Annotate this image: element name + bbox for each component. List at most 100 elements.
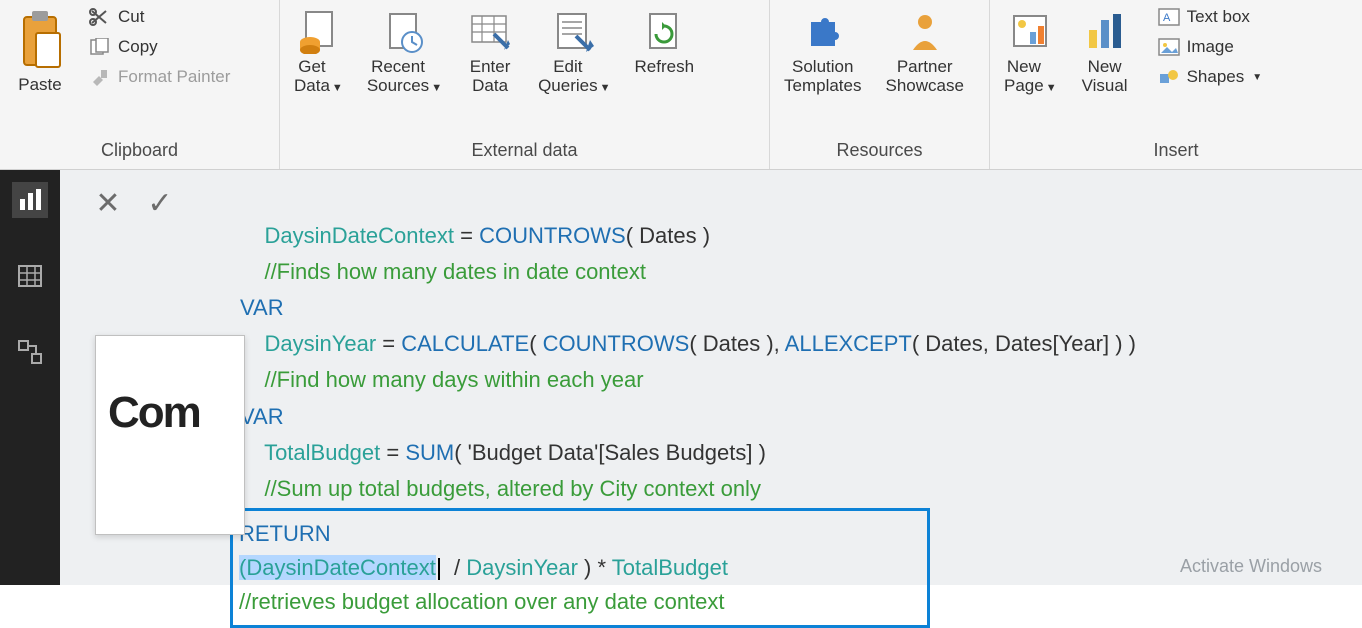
nav-data-view[interactable] (12, 258, 48, 294)
nav-report-view[interactable] (12, 182, 48, 218)
code-token: = (454, 223, 479, 248)
refresh-button[interactable]: Refresh (631, 6, 699, 79)
ribbon-group-label: Clipboard (10, 136, 269, 165)
code-comment: //Finds how many dates in date context (264, 259, 646, 284)
chevron-down-icon: ▼ (600, 82, 611, 94)
code-token: DaysinYear (466, 555, 578, 580)
cut-button[interactable]: Cut (86, 6, 232, 28)
code-token: ( (529, 331, 542, 356)
code-keyword: VAR (240, 295, 284, 320)
copy-icon (88, 37, 112, 57)
image-label: Image (1187, 37, 1234, 57)
formula-cancel-button[interactable]: ✕ (90, 185, 126, 221)
edit-queries-button[interactable]: Edit Queries▼ (534, 6, 614, 97)
new-page-icon (1006, 8, 1054, 56)
text-box-label: Text box (1187, 7, 1250, 27)
ribbon-group-insert: New Page▼ New Visual A Text box (990, 0, 1362, 169)
chevron-down-icon: ▼ (1252, 72, 1262, 83)
formula-bar-controls: ✕ ✓ (90, 185, 178, 221)
shapes-icon (1157, 67, 1181, 87)
partner-showcase-button[interactable]: Partner Showcase (881, 6, 967, 97)
get-data-button[interactable]: Get Data▼ (290, 6, 347, 97)
page-title-text: Com (96, 336, 244, 438)
ribbon-group-label: Resources (780, 136, 979, 165)
code-token: ( 'Budget Data'[Sales Budgets] ) (454, 440, 766, 465)
enter-data-icon (466, 8, 514, 56)
left-nav (0, 170, 60, 585)
new-visual-label: New Visual (1082, 58, 1128, 95)
formula-editor[interactable]: DaysinDateContext = COUNTROWS( Dates ) /… (240, 185, 1332, 576)
code-token: ALLEXCEPT (785, 331, 912, 356)
puzzle-icon (799, 8, 847, 56)
ribbon-group-external-data: Get Data▼ Recent Sources▼ Enter Data Edi… (280, 0, 770, 169)
new-visual-button[interactable]: New Visual (1077, 6, 1133, 97)
cut-label: Cut (118, 7, 144, 27)
nav-model-view[interactable] (12, 334, 48, 370)
report-canvas: ✕ ✓ DaysinDateContext = COUNTROWS( Dates… (60, 170, 1362, 585)
edit-queries-icon (550, 8, 598, 56)
code-keyword: RETURN (239, 521, 331, 546)
paintbrush-icon (88, 67, 112, 87)
text-box-icon: A (1157, 7, 1181, 27)
code-token: COUNTROWS (543, 331, 690, 356)
code-token: DaysinDateContext (264, 223, 454, 248)
text-cursor (438, 558, 440, 580)
enter-data-label: Enter Data (470, 58, 511, 95)
enter-data-button[interactable]: Enter Data (462, 6, 518, 97)
solution-templates-button[interactable]: Solution Templates (780, 6, 865, 97)
get-data-label: Get Data (294, 58, 330, 95)
person-icon (901, 8, 949, 56)
paste-button[interactable]: Paste (10, 6, 70, 97)
code-token: TotalBudget (264, 440, 380, 465)
chevron-down-icon: ▼ (332, 82, 343, 94)
recent-sources-button[interactable]: Recent Sources▼ (363, 6, 446, 97)
solution-templates-label: Solution Templates (784, 58, 861, 95)
recent-sources-label: Recent Sources (367, 58, 429, 95)
ribbon-group-resources: Solution Templates Partner Showcase Reso… (770, 0, 990, 169)
formula-commit-button[interactable]: ✓ (142, 185, 178, 221)
copy-label: Copy (118, 37, 158, 57)
image-button[interactable]: Image (1155, 36, 1265, 58)
report-page-thumbnail[interactable]: Com (95, 335, 245, 535)
ribbon-group-clipboard: Paste Cut Copy (0, 0, 280, 169)
code-keyword: VAR (240, 404, 284, 429)
code-comment: //Sum up total budgets, altered by City … (264, 476, 761, 501)
chevron-down-icon: ▼ (1046, 82, 1057, 94)
new-page-label: New Page (1004, 58, 1044, 95)
code-comment: //Find how many days within each year (264, 367, 643, 392)
shapes-label: Shapes (1187, 67, 1245, 87)
code-token: = (376, 331, 401, 356)
format-painter-label: Format Painter (118, 67, 230, 87)
refresh-icon (640, 8, 688, 56)
code-token: / (448, 555, 466, 580)
code-token: SUM (405, 440, 454, 465)
code-token: DaysinDateContext (246, 555, 436, 580)
format-painter-button[interactable]: Format Painter (86, 66, 232, 88)
code-token: ( Dates ) (626, 223, 710, 248)
code-token: CALCULATE (401, 331, 529, 356)
chevron-down-icon: ▼ (431, 82, 442, 94)
image-icon (1157, 37, 1181, 57)
new-page-button[interactable]: New Page▼ (1000, 6, 1061, 97)
code-token: DaysinYear (264, 331, 376, 356)
code-token: ( Dates, Dates[Year] ) ) (912, 331, 1136, 356)
clipboard-icon (14, 8, 66, 74)
activate-windows-watermark: Activate Windows (1180, 556, 1322, 577)
code-token: TotalBudget (612, 555, 728, 580)
ribbon-group-label: Insert (1000, 136, 1352, 165)
partner-showcase-label: Partner Showcase (885, 58, 963, 95)
get-data-icon (294, 8, 342, 56)
refresh-label: Refresh (635, 58, 695, 77)
recent-sources-icon (380, 8, 428, 56)
text-box-button[interactable]: A Text box (1155, 6, 1265, 28)
code-token: ) * (578, 555, 612, 580)
code-token: = (380, 440, 405, 465)
paste-label: Paste (18, 76, 61, 95)
ribbon-group-label: External data (290, 136, 759, 165)
highlighted-return-block: RETURN (DaysinDateContext / DaysinYear )… (230, 508, 930, 628)
ribbon: Paste Cut Copy (0, 0, 1362, 170)
code-comment: //retrieves budget allocation over any d… (239, 589, 725, 614)
shapes-button[interactable]: Shapes ▼ (1155, 66, 1265, 88)
copy-button[interactable]: Copy (86, 36, 232, 58)
code-token: COUNTROWS (479, 223, 626, 248)
